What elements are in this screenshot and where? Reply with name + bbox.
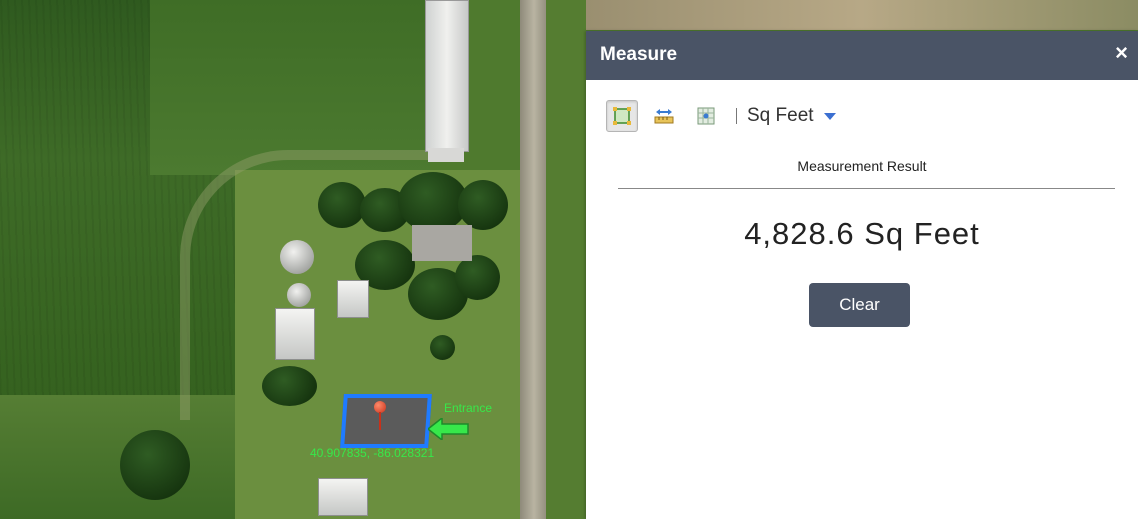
measure-panel: Measure × Sq Feet Measurement Result 4,8… <box>586 31 1138 519</box>
arrow-left-icon <box>428 418 469 440</box>
result-label: Measurement Result <box>797 158 927 174</box>
road-shoulder <box>546 0 586 519</box>
divider <box>618 188 1115 189</box>
tree <box>455 255 500 300</box>
unit-dropdown-value: Sq Feet <box>747 105 814 126</box>
location-tool-button[interactable] <box>690 100 722 132</box>
tree <box>318 182 366 228</box>
distance-tool-icon <box>654 109 674 124</box>
entrance-label: Entrance <box>444 401 493 415</box>
toolbar-divider <box>736 108 737 124</box>
panel-header: Measure × <box>586 31 1138 80</box>
result-value: 4,828.6 Sq Feet <box>744 216 980 251</box>
house-roof <box>412 225 472 261</box>
panel-title: Measure <box>600 44 678 65</box>
location-tool-icon <box>697 107 715 125</box>
tree <box>458 180 508 230</box>
clear-button[interactable]: Clear <box>809 283 910 327</box>
crop-field-top <box>150 0 430 175</box>
measure-toolbar: Sq Feet <box>606 99 836 133</box>
outbuilding <box>318 478 368 516</box>
tree <box>262 366 317 406</box>
unit-dropdown[interactable]: Sq Feet <box>747 105 836 127</box>
outbuilding <box>337 280 369 318</box>
measured-area-outline[interactable] <box>340 394 432 448</box>
long-barn-end <box>428 148 464 162</box>
outbuilding <box>275 308 315 360</box>
road <box>520 0 548 519</box>
coordinates-label: 40.907835, -86.028321 <box>310 446 435 460</box>
grain-silo <box>280 240 314 274</box>
tree <box>430 335 455 360</box>
area-tool-button[interactable] <box>606 100 638 132</box>
grain-silo <box>287 283 311 307</box>
close-icon[interactable]: × <box>1115 42 1128 64</box>
caret-down-icon <box>823 112 836 120</box>
distance-tool-button[interactable] <box>648 100 680 132</box>
long-barn <box>425 0 469 152</box>
tree <box>120 430 190 500</box>
map-pin-stem <box>379 412 381 430</box>
field-strip <box>586 0 1138 30</box>
area-tool-icon <box>613 107 631 125</box>
